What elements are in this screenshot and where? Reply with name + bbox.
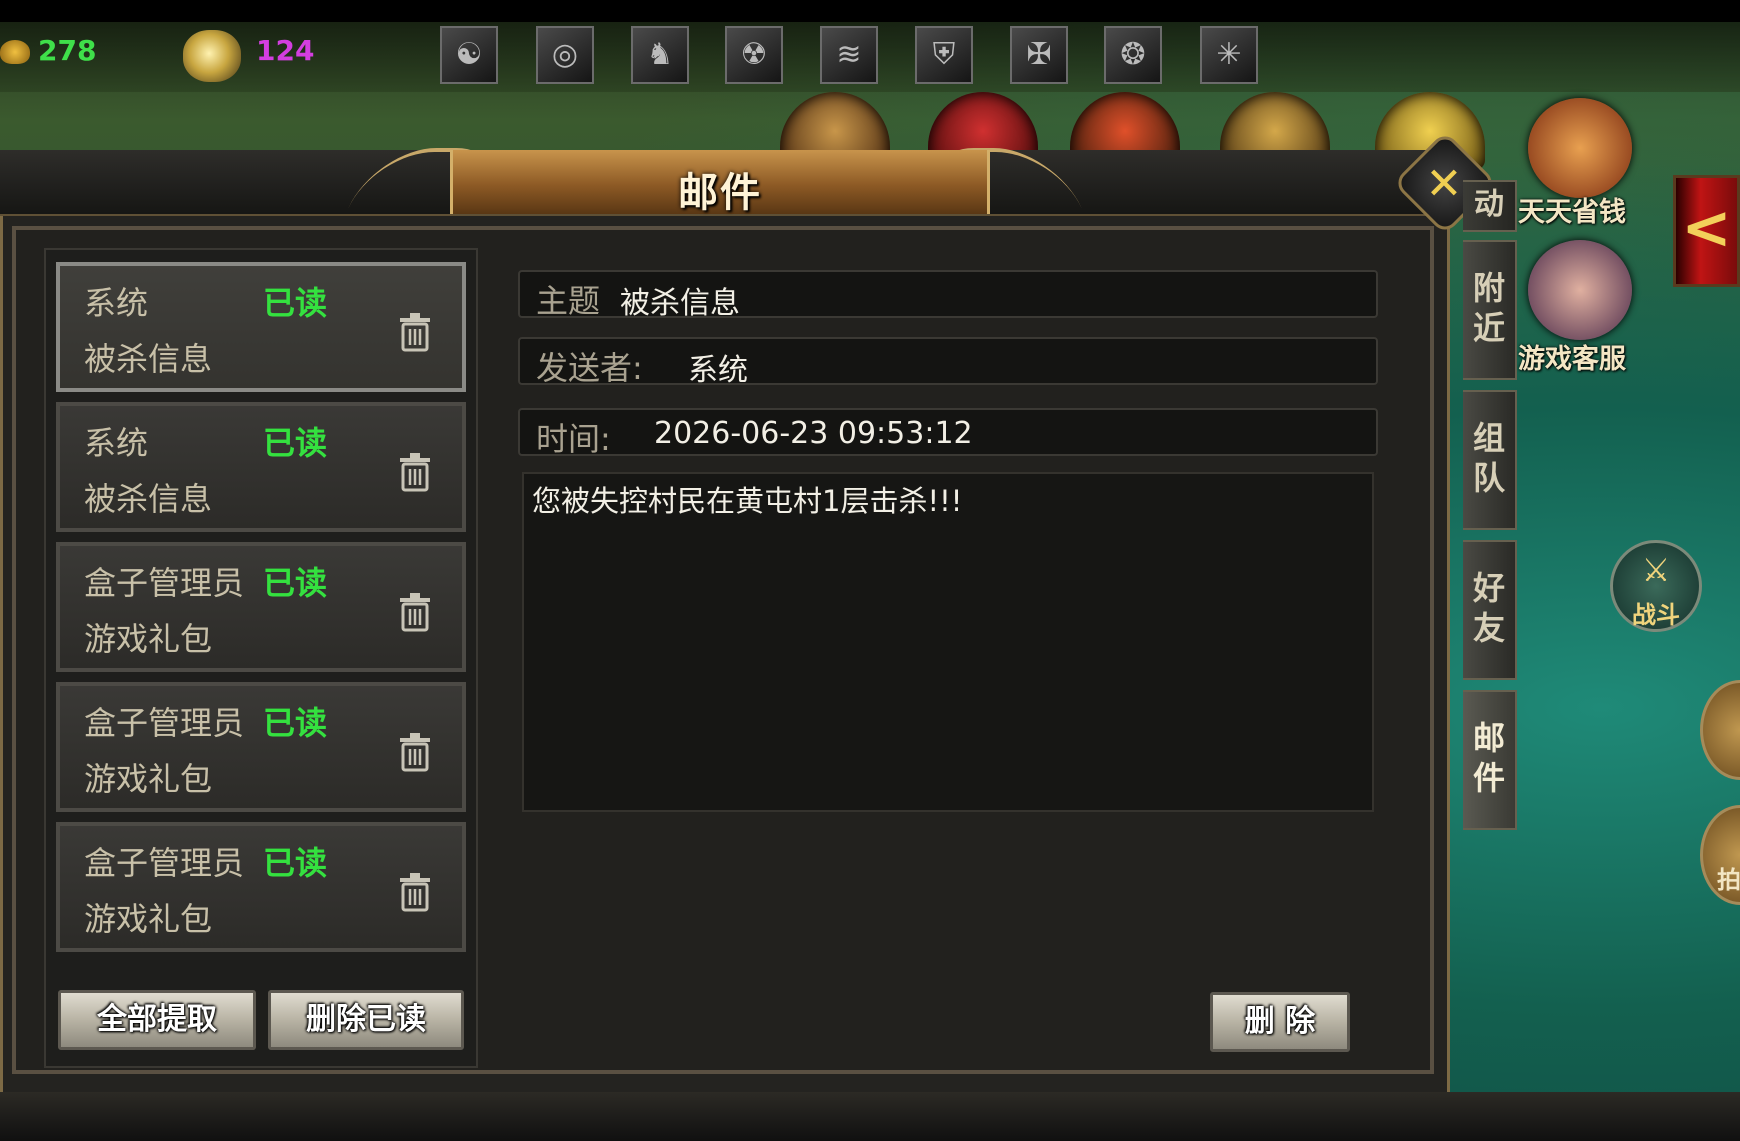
beast-icon[interactable]: ♞ — [631, 26, 689, 84]
gold-amount: 278 — [38, 34, 97, 67]
mail-sender: 系统 — [84, 284, 149, 322]
subject-value: 被杀信息 — [620, 286, 740, 321]
sender-label: 发送者: — [536, 349, 643, 387]
trash-icon[interactable] — [398, 312, 432, 352]
wing-icon[interactable]: ≋ — [820, 26, 878, 84]
trash-icon[interactable] — [398, 732, 432, 772]
tab-mail-label: 邮件 — [1472, 719, 1505, 797]
delete-mail-button[interactable]: 删 除 — [1210, 992, 1350, 1052]
mail-subject: 被杀信息 — [84, 340, 213, 378]
sender-field: 发送者: 系统 — [518, 337, 1378, 388]
mail-subject: 被杀信息 — [84, 480, 213, 518]
customer-service-avatar-icon[interactable] — [1528, 240, 1632, 340]
mail-sender: 盒子管理员 — [84, 704, 245, 742]
mail-read-status: 已读 — [263, 284, 328, 322]
web-icon[interactable]: ✳ — [1200, 26, 1258, 84]
mail-read-status: 已读 — [263, 564, 328, 602]
swirl-icon[interactable]: ☯ — [440, 26, 498, 84]
edge-button-label: 拍 — [1717, 866, 1740, 894]
mail-list-item[interactable]: 盒子管理员 已读 游戏礼包 — [56, 822, 466, 952]
mail-body-text: 您被失控村民在黄屯村1层击杀!!! — [532, 484, 963, 518]
mail-read-status: 已读 — [263, 424, 328, 462]
mail-subject: 游戏礼包 — [84, 760, 213, 798]
tab-nearby[interactable]: 附近 — [1463, 240, 1517, 380]
mail-read-status: 已读 — [263, 704, 328, 742]
ingot-icon — [183, 30, 241, 82]
trash-icon[interactable] — [398, 592, 432, 632]
mail-read-status: 已读 — [263, 844, 328, 882]
tab-activity-partial[interactable]: 动 — [1463, 180, 1517, 232]
collapse-arrow-button[interactable]: < — [1673, 175, 1740, 287]
sender-value: 系统 — [688, 353, 748, 388]
time-value: 2026-06-23 09:53:12 — [654, 416, 973, 451]
mail-list-item[interactable]: 系统 已读 被杀信息 — [56, 262, 466, 392]
mail-subject: 游戏礼包 — [84, 620, 213, 658]
time-field: 时间: 2026-06-23 09:53:12 — [518, 408, 1378, 458]
fight-label: 战斗 — [1632, 601, 1680, 629]
top-status-strip — [0, 0, 1740, 22]
mail-subject: 游戏礼包 — [84, 900, 213, 938]
money-bag-icon[interactable] — [1528, 98, 1632, 198]
dragon-icon[interactable]: ☢ — [725, 26, 783, 84]
shield-icon[interactable]: ⛨ — [915, 26, 973, 84]
fight-icon: ⚔ — [1641, 551, 1671, 589]
mail-list-item[interactable]: 系统 已读 被杀信息 — [56, 402, 466, 532]
trash-icon[interactable] — [398, 452, 432, 492]
collect-all-button[interactable]: 全部提取 — [58, 990, 256, 1050]
tab-friends[interactable]: 好友 — [1463, 540, 1517, 680]
mail-body: 您被失控村民在黄屯村1层击杀!!! — [522, 472, 1374, 812]
daily-saving-label[interactable]: 天天省钱 — [1518, 190, 1626, 229]
mail-sender: 盒子管理员 — [84, 844, 245, 882]
bottom-hud-strip — [0, 1092, 1740, 1141]
tab-friends-label: 好友 — [1472, 569, 1505, 647]
window-title: 邮件 — [678, 170, 762, 216]
mail-list-item[interactable]: 盒子管理员 已读 游戏礼包 — [56, 542, 466, 672]
delete-read-button[interactable]: 删除已读 — [268, 990, 464, 1050]
mail-sender: 盒子管理员 — [84, 564, 245, 602]
ingot-amount: 124 — [256, 34, 315, 67]
gold-icon — [0, 40, 30, 64]
tab-team[interactable]: 组队 — [1463, 390, 1517, 530]
subject-field: 主题 被杀信息 — [518, 270, 1378, 321]
trash-icon[interactable] — [398, 872, 432, 912]
rune-icon[interactable]: ✠ — [1010, 26, 1068, 84]
tab-team-label: 组队 — [1472, 419, 1505, 497]
customer-service-label[interactable]: 游戏客服 — [1518, 337, 1626, 376]
tab-mail[interactable]: 邮件 — [1463, 690, 1517, 830]
tab-nearby-label: 附近 — [1472, 269, 1505, 347]
fight-button[interactable]: ⚔ 战斗 — [1610, 540, 1702, 632]
spirit-icon[interactable]: ❂ — [1104, 26, 1162, 84]
subject-label: 主题 — [536, 282, 601, 320]
mail-sender: 系统 — [84, 424, 149, 462]
vortex-icon[interactable]: ◎ — [536, 26, 594, 84]
mail-list-item[interactable]: 盒子管理员 已读 游戏礼包 — [56, 682, 466, 812]
time-label: 时间: — [536, 420, 611, 458]
